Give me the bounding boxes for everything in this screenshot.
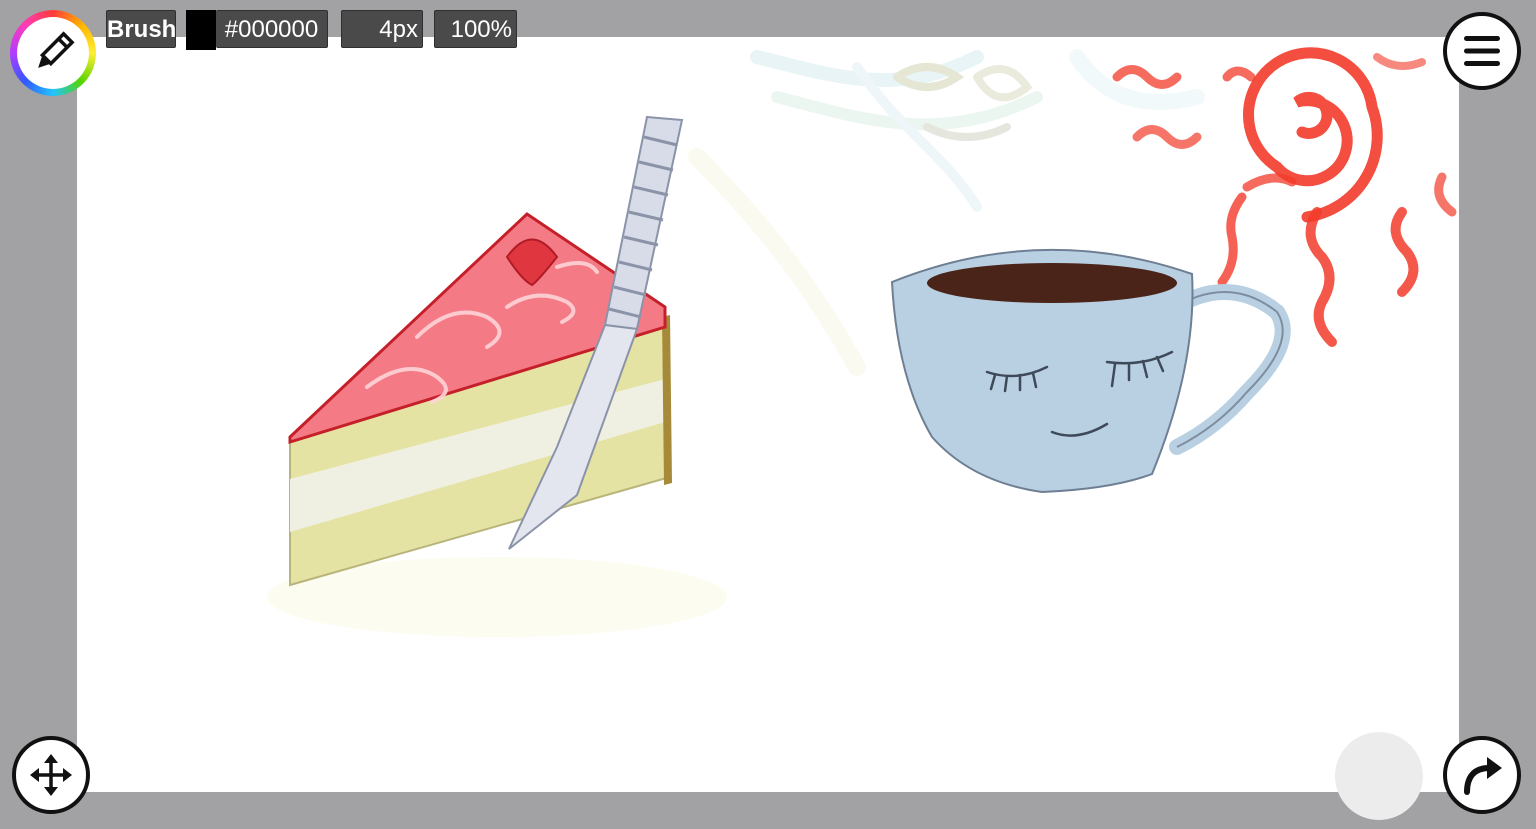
coffee-cup-drawing (890, 248, 1291, 494)
redo-arrow-icon (1464, 757, 1502, 795)
drawing-artwork (267, 47, 1457, 637)
tool-picker-button[interactable] (10, 10, 96, 96)
color-hex-label[interactable]: #000000 (216, 10, 328, 48)
brush-size-label[interactable]: 4px (341, 10, 423, 48)
move-arrows-icon (30, 754, 72, 796)
drawing-canvas[interactable] (77, 37, 1459, 792)
redo-button[interactable] (1443, 736, 1521, 814)
move-canvas-button[interactable] (12, 736, 90, 814)
tool-name-label[interactable]: Brush (106, 10, 176, 48)
zoom-level-label[interactable]: 100% (434, 10, 517, 48)
menu-button[interactable] (1443, 12, 1521, 90)
cake-slice-drawing (267, 212, 727, 637)
hamburger-menu-icon (1464, 36, 1500, 66)
tool-picker-inner (17, 17, 89, 89)
color-swatch[interactable] (186, 10, 216, 50)
floating-undo-button[interactable] (1335, 732, 1423, 820)
pencil-icon (38, 31, 75, 68)
